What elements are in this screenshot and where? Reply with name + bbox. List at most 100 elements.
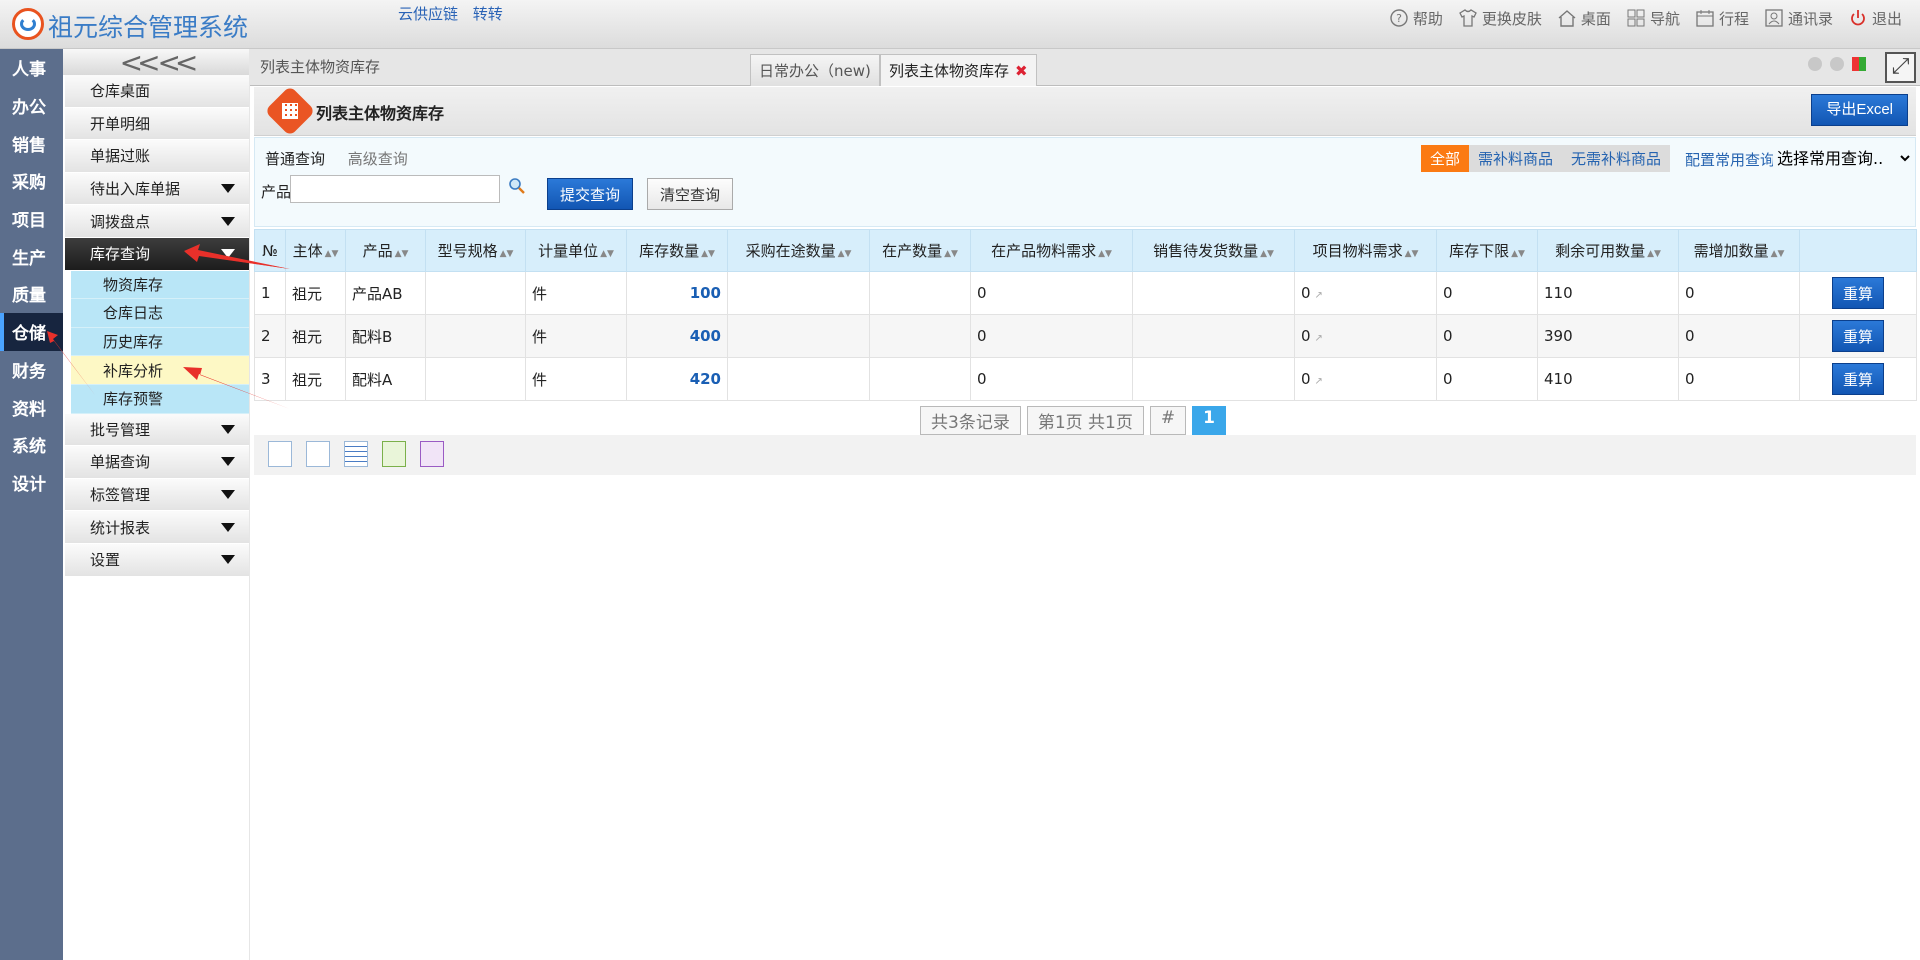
nav-project[interactable]: 项目 — [0, 200, 63, 238]
col-wip-demand[interactable]: 在产品物料需求 ▲▼ — [970, 229, 1133, 272]
menu-warehouse-desktop[interactable]: 仓库桌面 — [65, 75, 249, 108]
tab-normal-query[interactable]: 普通查询 — [265, 150, 325, 168]
recalc-button[interactable]: 重算 — [1831, 277, 1884, 309]
nav-production[interactable]: 生产 — [0, 237, 63, 275]
navigation-button[interactable]: 导航 — [1625, 7, 1680, 29]
help-button[interactable]: ? 帮助 — [1388, 7, 1443, 29]
filter-group: 全部 需补料商品 无需补料商品 — [1420, 145, 1670, 172]
chevron-down-icon — [221, 216, 235, 226]
link-zhuanzhuan[interactable]: 转转 — [473, 5, 503, 23]
product-input[interactable] — [290, 175, 500, 203]
stock-link[interactable]: 400 — [626, 314, 728, 358]
maximize-icon[interactable]: ⤢ — [1885, 52, 1916, 83]
nav-finance[interactable]: 财务 — [0, 351, 63, 389]
submenu-history-stock[interactable]: 历史库存 — [71, 327, 249, 357]
menu-reports[interactable]: 统计报表 — [65, 511, 249, 544]
external-link-icon[interactable]: ↗ — [1315, 333, 1323, 344]
pager-jump[interactable]: # — [1149, 406, 1187, 435]
link-cloud-supply[interactable]: 云供应链 — [398, 5, 458, 23]
filter-no-replenish[interactable]: 无需补料商品 — [1561, 145, 1670, 172]
side-menu: << << 仓库桌面 开单明细 单据过账 待出入库单据 调拨盘点 库存查询 物资… — [63, 46, 250, 960]
collapse-menu-icon[interactable]: << << — [63, 46, 249, 79]
filter-all[interactable]: 全部 — [1420, 145, 1469, 172]
submenu-replenish-analysis[interactable]: 补库分析 — [71, 356, 249, 385]
stock-table: № 主体 ▲▼ 产品 ▲▼ 型号规格 ▲▼ 计量单位 ▲▼ 库存数量 ▲▼ 采购在途数量 ▲… — [254, 229, 1917, 401]
table-row: 2 祖元 配料B 件 400 0 0 ↗ 0 390 0 重算 — [254, 314, 1917, 358]
col-in-production[interactable]: 在产数量 ▲▼ — [869, 229, 971, 272]
pager-pages: 第1页 共1页 — [1026, 406, 1144, 435]
logout-button[interactable]: 退出 — [1847, 7, 1902, 29]
desktop-button[interactable]: 桌面 — [1556, 7, 1611, 29]
grid-toolbar — [254, 435, 1916, 475]
breadcrumb: 列表主体物资库存 — [260, 58, 381, 76]
col-need-add[interactable]: 需增加数量 ▲▼ — [1678, 229, 1800, 272]
config-query-link[interactable]: 配置常用查询 — [1685, 149, 1775, 170]
submenu-warehouse-log[interactable]: 仓库日志 — [71, 299, 249, 328]
table-grid-icon[interactable] — [344, 441, 368, 467]
nav-hr[interactable]: 人事 — [0, 49, 63, 87]
stock-link[interactable]: 420 — [626, 357, 728, 401]
submit-query-button[interactable]: 提交查询 — [547, 178, 634, 210]
menu-pending-docs[interactable]: 待出入库单据 — [65, 172, 249, 206]
svg-text:?: ? — [1396, 12, 1402, 25]
col-available[interactable]: 剩余可用数量 ▲▼ — [1537, 229, 1679, 272]
nav-purchase[interactable]: 采购 — [0, 162, 63, 200]
nav-sales[interactable]: 销售 — [0, 124, 63, 162]
filter-need-replenish[interactable]: 需补料商品 — [1468, 145, 1562, 172]
col-spec[interactable]: 型号规格 ▲▼ — [425, 229, 526, 272]
menu-batch[interactable]: 批号管理 — [65, 413, 249, 447]
chart-icon[interactable] — [420, 441, 444, 467]
chevron-down-icon — [221, 555, 235, 565]
col-unit[interactable]: 计量单位 ▲▼ — [525, 229, 627, 272]
external-link-icon[interactable]: ↗ — [1315, 290, 1323, 301]
tab-material-stock[interactable]: 列表主体物资库存 ✖ — [880, 54, 1037, 86]
nav-quality[interactable]: 质量 — [0, 275, 63, 313]
nav-warehouse[interactable]: 仓储 — [0, 312, 63, 351]
stock-link[interactable]: 100 — [626, 271, 728, 315]
change-skin-button[interactable]: 更换皮肤 — [1457, 7, 1542, 29]
col-min-stock[interactable]: 库存下限 ▲▼ — [1436, 229, 1538, 272]
nav-office[interactable]: 办公 — [0, 87, 63, 125]
tab-menu-icon[interactable] — [1852, 57, 1866, 71]
edit-icon[interactable] — [382, 441, 406, 467]
recalc-button[interactable]: 重算 — [1831, 363, 1884, 395]
menu-labels[interactable]: 标签管理 — [65, 478, 249, 512]
nav-system[interactable]: 系统 — [0, 426, 63, 464]
recalc-button[interactable]: 重算 — [1831, 320, 1884, 352]
submenu-stock-warning[interactable]: 库存预警 — [71, 384, 249, 414]
tab-daily-office[interactable]: 日常办公（new) — [750, 54, 880, 86]
col-purchase-transit[interactable]: 采购在途数量 ▲▼ — [727, 229, 870, 272]
product-label: 产品 — [261, 183, 292, 201]
menu-transfer-count[interactable]: 调拨盘点 — [65, 205, 249, 238]
menu-posting[interactable]: 单据过账 — [65, 140, 249, 173]
col-entity[interactable]: 主体 ▲▼ — [285, 229, 346, 272]
menu-settings[interactable]: 设置 — [65, 543, 249, 577]
clear-query-button[interactable]: 清空查询 — [647, 178, 734, 210]
col-action — [1799, 229, 1917, 272]
tab-next-icon[interactable] — [1830, 57, 1844, 71]
external-link-icon[interactable]: ↗ — [1315, 376, 1323, 387]
search-icon[interactable] — [507, 176, 527, 196]
tab-bar: 列表主体物资库存 日常办公（new) 列表主体物资库存 ✖ ⤢ — [250, 49, 1920, 86]
document-icon[interactable] — [306, 441, 330, 467]
column-layout-icon[interactable] — [268, 441, 292, 467]
export-excel-button[interactable]: 导出Excel — [1811, 94, 1908, 126]
menu-stock-query[interactable]: 库存查询 — [65, 237, 249, 271]
col-sales-pending[interactable]: 销售待发货数量 ▲▼ — [1132, 229, 1295, 272]
col-stock[interactable]: 库存数量 ▲▼ — [626, 229, 728, 272]
nav-design[interactable]: 设计 — [0, 464, 63, 502]
schedule-button[interactable]: 行程 — [1694, 7, 1749, 29]
menu-order-details[interactable]: 开单明细 — [65, 107, 249, 141]
col-project-demand[interactable]: 项目物料需求 ▲▼ — [1294, 229, 1437, 272]
close-icon[interactable]: ✖ — [1015, 62, 1028, 80]
nav-data[interactable]: 资料 — [0, 388, 63, 426]
submenu-material-stock[interactable]: 物资库存 — [71, 270, 249, 300]
tab-prev-icon[interactable] — [1808, 57, 1822, 71]
menu-doc-query[interactable]: 单据查询 — [65, 446, 249, 479]
pager-page-1[interactable]: 1 — [1192, 406, 1226, 435]
saved-query-select[interactable]: 选择常用查询.. — [1773, 145, 1913, 171]
contacts-button[interactable]: 通讯录 — [1763, 7, 1833, 29]
tab-advanced-query[interactable]: 高级查询 — [348, 150, 408, 168]
toolbar: ? 帮助 更换皮肤 桌面 导航 行程 通讯录 退出 — [1388, 7, 1902, 29]
col-product[interactable]: 产品 ▲▼ — [345, 229, 426, 272]
